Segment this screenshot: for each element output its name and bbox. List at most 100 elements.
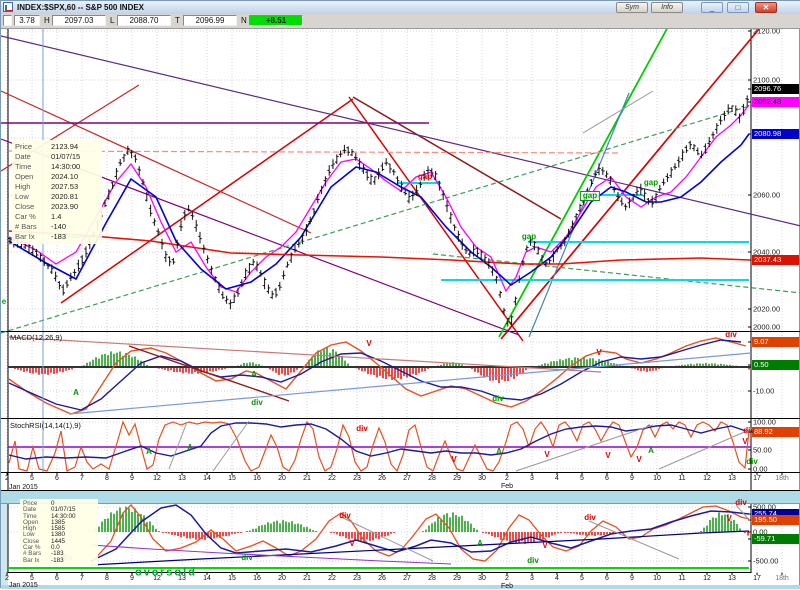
- x-axis-label: 3: [530, 475, 534, 482]
- trend-red-channel: [501, 29, 759, 339]
- annotation-V: V: [596, 349, 601, 357]
- lower-gray-2: [589, 521, 679, 559]
- annotation-div: div: [725, 331, 737, 339]
- x-axis-label: 18th: [775, 475, 789, 482]
- x-axis-label: 2: [505, 575, 509, 582]
- data-window-row: Car %1.4: [15, 212, 99, 222]
- x-axis-label: 12: [703, 475, 711, 482]
- x-axis-label: 5: [30, 575, 34, 582]
- annotation-gap: gap: [522, 233, 536, 241]
- data-window-row: Bar Ix-183: [23, 558, 95, 564]
- x-axis-label: 6: [605, 475, 609, 482]
- annotation-gap: gap: [418, 173, 432, 181]
- annotation-V: V: [544, 451, 549, 459]
- x-axis-label: 13: [728, 475, 736, 482]
- x-axis-label: 9: [130, 475, 134, 482]
- x-axis-label: 20: [278, 475, 286, 482]
- data-window-row: High2027.53: [15, 182, 99, 192]
- data-window-row: Time14:30:00: [15, 162, 99, 172]
- lower-axis-label: -500.00: [753, 557, 778, 565]
- x-axis-label: 28: [428, 475, 436, 482]
- net-label: N: [241, 16, 247, 25]
- quote-net-box: +8.51: [249, 15, 303, 26]
- lower-histogram: [93, 507, 751, 544]
- maximize-button[interactable]: □: [727, 2, 749, 13]
- x-axis-label: 26: [378, 575, 386, 582]
- quote-low-box: 2088.70: [117, 15, 171, 26]
- x-axis-label: 23: [353, 475, 361, 482]
- x-axis-label: 27: [403, 475, 411, 482]
- macd-signal-line: [9, 340, 741, 410]
- macd-pane-label: MACD(12,26,9): [10, 333, 62, 342]
- stochrsi-axis-label: 100.00: [753, 418, 776, 426]
- x-axis-label: 21: [303, 575, 311, 582]
- annotation-V: V: [742, 438, 747, 446]
- annotation-V: V: [349, 540, 354, 548]
- x-axis-label: 8: [105, 575, 109, 582]
- annotation-gap: gap: [580, 191, 600, 201]
- x-axis-label: 5: [30, 475, 34, 482]
- x-axis-label: 30: [478, 475, 486, 482]
- x-axis-label: 17: [753, 475, 761, 482]
- sym-button[interactable]: Sym: [616, 2, 648, 13]
- high-label: H: [44, 16, 50, 25]
- close-button[interactable]: ✕: [755, 2, 777, 13]
- title-bar: INDEX:$SPX,60 -- S&P 500 INDEX Sym Info …: [1, 1, 800, 15]
- x-axis-label: 16: [253, 475, 261, 482]
- annotation-div: div: [339, 512, 351, 520]
- minimize-button[interactable]: _: [701, 2, 723, 13]
- low-label: L: [110, 16, 114, 25]
- annotation-A: A: [251, 371, 257, 379]
- trend-green-dashed: [1, 105, 753, 333]
- x-axis-label: 11: [678, 575, 685, 582]
- annotation-div: div: [746, 458, 758, 466]
- annotation-gap: gap: [644, 179, 658, 187]
- macd-trend-maroon: [129, 346, 289, 401]
- trend-red-decline: [349, 97, 523, 341]
- ohlc-price-bars: [8, 95, 749, 326]
- annotation-div: div: [735, 499, 747, 507]
- last-label: T: [175, 16, 180, 25]
- x-axis-label: 29: [453, 575, 461, 582]
- quote-bar: 3.78 H 2097.03 L 2088.70 T 2096.99 N +8.…: [1, 14, 800, 29]
- annotation-V: V: [366, 340, 371, 348]
- info-button[interactable]: Info: [651, 2, 683, 13]
- x-axis-label: 6: [55, 575, 59, 582]
- x-axis-label: 7: [80, 475, 84, 482]
- main-price-axis-label: 2000.00: [753, 323, 780, 331]
- x-axis-label: 10: [653, 475, 661, 482]
- stochrsi-axis-badge: 88.92: [752, 427, 799, 437]
- ma-blue: [9, 134, 749, 289]
- data-window-row: Price2123.94: [15, 142, 99, 152]
- x-axis-label: 13: [728, 575, 736, 582]
- lower-purple-line: [91, 545, 451, 564]
- x-axis-label: 2: [505, 475, 509, 482]
- stochrsi-gray-1: [169, 422, 187, 469]
- x-axis-label: 15: [228, 575, 236, 582]
- annotation-div: div: [251, 399, 263, 407]
- annotation-e: e: [2, 298, 6, 306]
- stochrsi-d-line: [9, 423, 746, 459]
- feb-label: Feb: [501, 583, 513, 590]
- x-axis-label: 22: [328, 575, 336, 582]
- x-axis-label: 2: [5, 575, 9, 582]
- x-axis-label: 21: [303, 475, 311, 482]
- main-price-axis-badge: 2096.76: [752, 84, 799, 94]
- app-icon: [3, 2, 13, 12]
- main-price-axis-badge: 2092.48: [752, 97, 799, 107]
- data-window-row: Open2024.10: [15, 172, 99, 182]
- annotation-A: A: [477, 540, 483, 548]
- annotation-V: V: [451, 456, 456, 464]
- x-axis-label: 9: [630, 575, 634, 582]
- main-price-axis-badge: 2037.43: [752, 255, 799, 265]
- x-axis-label: 15: [228, 475, 236, 482]
- annotation-V: V: [605, 452, 610, 460]
- x-axis-label: 26: [378, 475, 386, 482]
- x-axis-label: 5: [580, 475, 584, 482]
- x-axis-label: 9: [130, 575, 134, 582]
- x-axis-label: 7: [80, 575, 84, 582]
- macd-axis-badge: 9.07: [752, 337, 799, 347]
- data-window-main: Price2123.94Date01/07/15Time14:30:00Open…: [12, 140, 102, 244]
- chart-canvas: [1, 1, 800, 589]
- annotation-div: div: [584, 514, 596, 522]
